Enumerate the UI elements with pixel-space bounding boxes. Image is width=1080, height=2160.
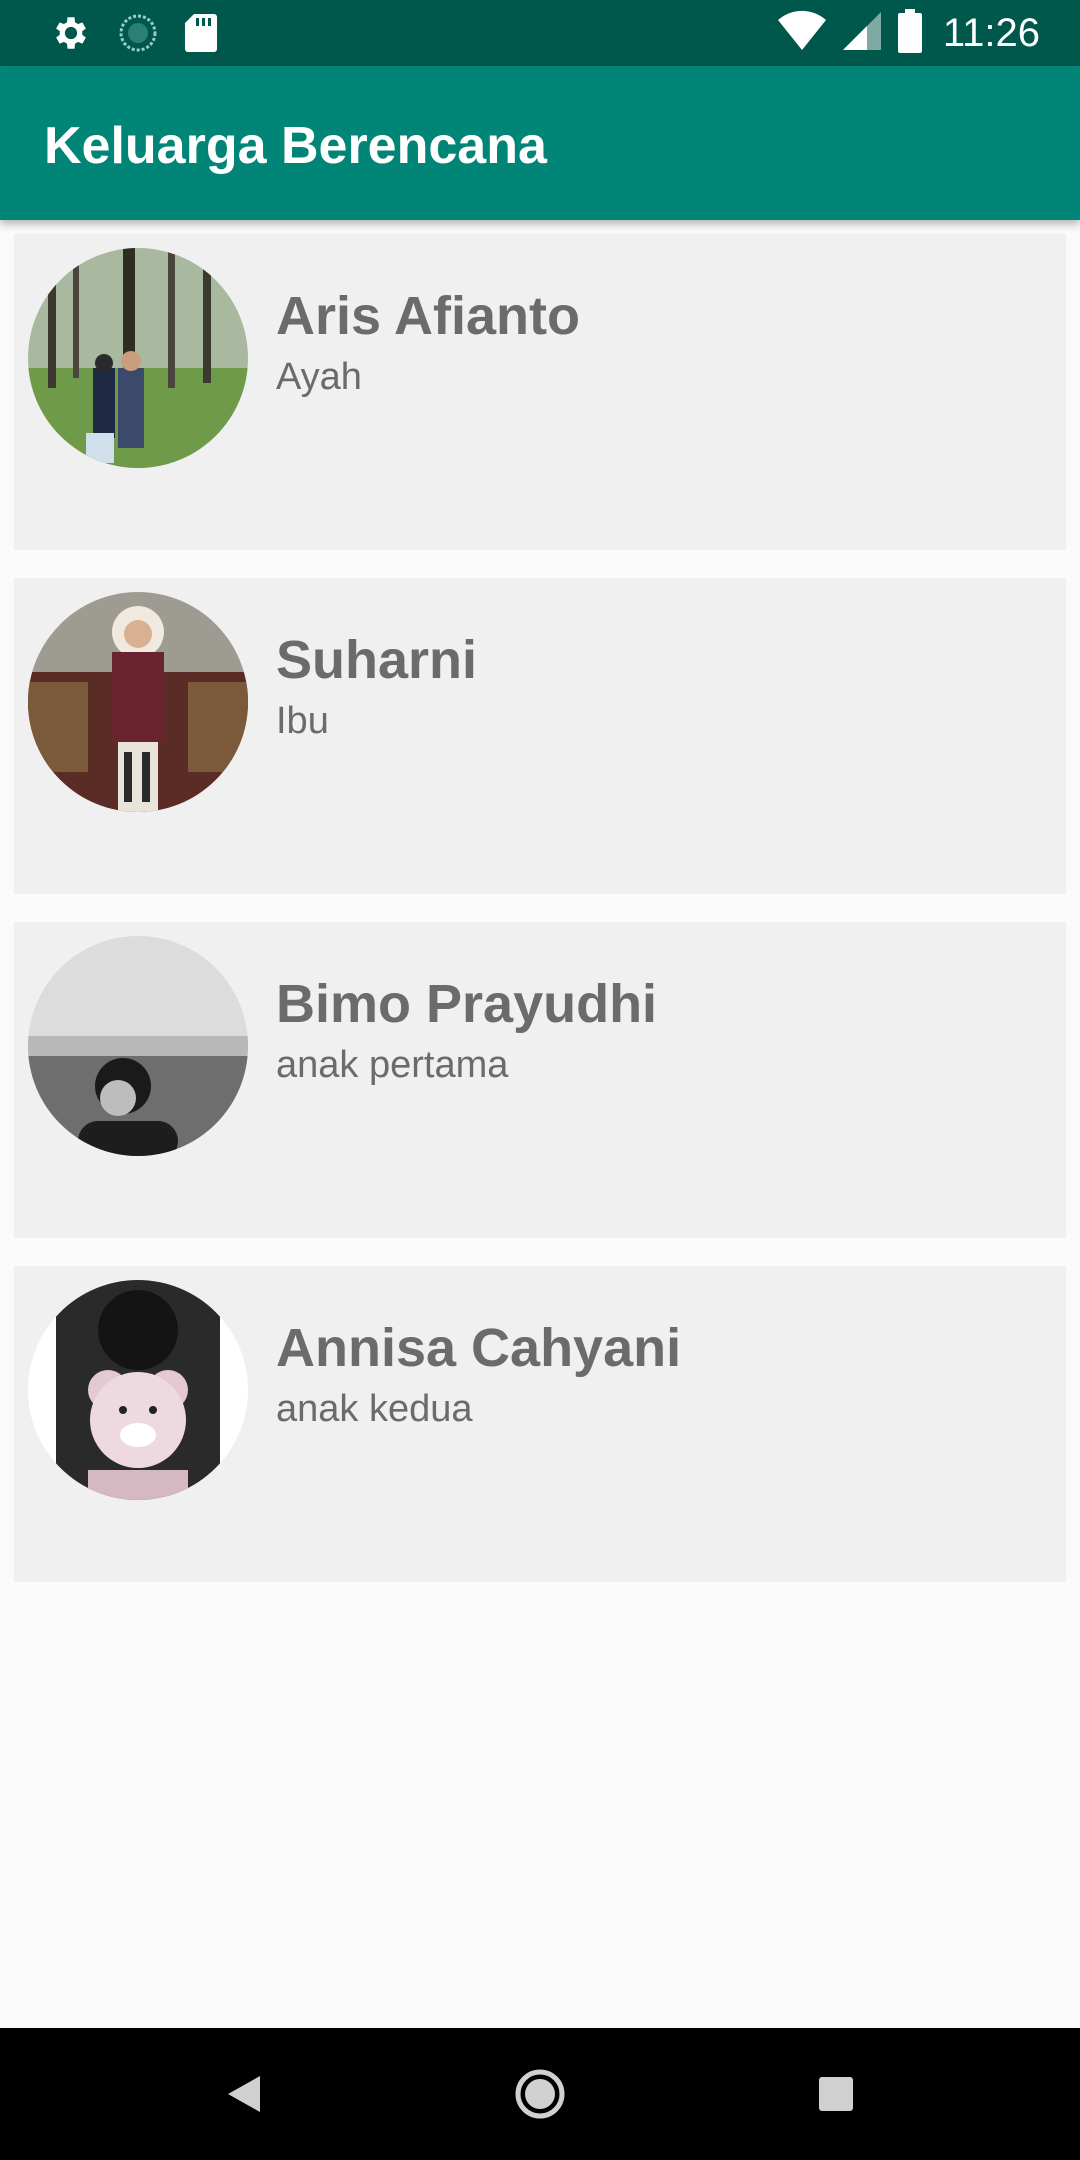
member-name: Bimo Prayudhi: [276, 974, 658, 1034]
status-bar: 11:26: [0, 0, 1080, 66]
list-item-suharni[interactable]: Suharni Ibu: [14, 578, 1066, 894]
battery-icon: [897, 8, 923, 58]
member-role: anak kedua: [276, 1388, 473, 1430]
list-item-annisa[interactable]: Annisa Cahyani anak kedua: [14, 1266, 1066, 1582]
member-role: anak pertama: [276, 1044, 509, 1086]
wifi-icon: [777, 10, 827, 57]
app-bar: Keluarga Berencana: [0, 66, 1080, 220]
member-name: Annisa Cahyani: [276, 1318, 682, 1378]
sync-icon: [118, 13, 158, 58]
app-title: Keluarga Berencana: [44, 117, 547, 175]
member-role: Ibu: [276, 700, 329, 742]
home-icon[interactable]: [510, 2064, 570, 2124]
avatar: [28, 592, 248, 812]
avatar: [28, 248, 248, 468]
list-item-bimo[interactable]: Bimo Prayudhi anak pertama: [14, 922, 1066, 1238]
member-name: Suharni: [276, 630, 478, 690]
recents-icon[interactable]: [806, 2064, 866, 2124]
status-time: 11:26: [942, 11, 1040, 55]
settings-icon: [50, 12, 92, 59]
sd-card-icon: [184, 13, 218, 58]
signal-icon: [841, 10, 883, 57]
list-item-aris[interactable]: Aris Afianto Ayah: [14, 234, 1066, 550]
member-list: Aris Afianto Ayah Suharni Ibu Bimo Prayu…: [14, 234, 1066, 1610]
avatar: [28, 936, 248, 1156]
back-icon[interactable]: [214, 2064, 274, 2124]
navigation-bar: [0, 2028, 1080, 2160]
member-name: Aris Afianto: [276, 286, 581, 346]
member-role: Ayah: [276, 356, 362, 398]
avatar: [28, 1280, 248, 1500]
